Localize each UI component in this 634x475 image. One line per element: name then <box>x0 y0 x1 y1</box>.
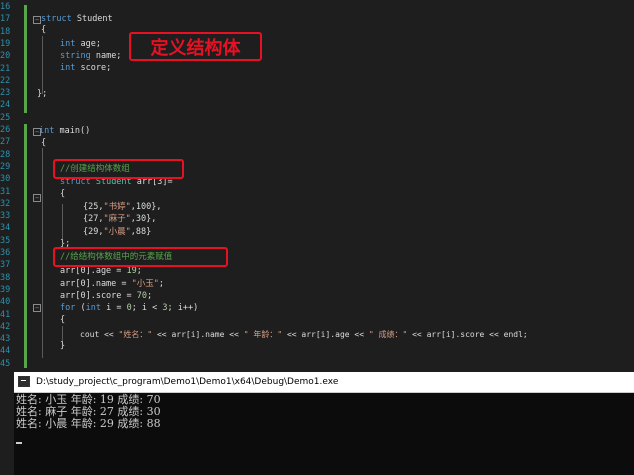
line-number: 29 <box>0 161 11 172</box>
line-number: 37 <box>0 260 11 271</box>
code-line-31: { <box>60 189 66 199</box>
line-number: 27 <box>0 137 11 148</box>
line-number: 38 <box>0 272 11 283</box>
indent-guide <box>62 204 63 240</box>
console-line: 姓名: 小晨 年龄: 29 成绩: 88 <box>16 417 161 430</box>
line-number: 25 <box>0 112 11 123</box>
change-indicator <box>24 5 27 113</box>
line-number: 16 <box>0 2 11 12</box>
code-line-20: string name; <box>60 51 122 61</box>
change-indicator <box>24 124 27 368</box>
code-line-37: arr[0].age = 19; <box>60 266 142 276</box>
code-line-40: for (int i = 0; i < 3; i++) <box>60 303 199 313</box>
line-number: 36 <box>0 248 11 258</box>
line-number: 22 <box>0 75 11 86</box>
code-line-41: { <box>60 315 66 325</box>
line-number: 45 <box>0 358 11 368</box>
code-line-19: int age; <box>60 39 101 49</box>
line-number: 28 <box>0 149 11 160</box>
line-number-gutter: 16 17 18 19 20 21 22 23 24 25 26 27 28 29 30 31 32 33 34 35… <box>0 0 14 368</box>
highlight-box-comment <box>53 159 184 179</box>
line-number: 24 <box>0 100 11 111</box>
highlight-box-comment <box>53 247 228 267</box>
line-number: 34 <box>0 223 11 234</box>
console-window-title: D:\study_project\c_program\Demo1\Demo1\x… <box>36 377 339 387</box>
fold-collapse-icon[interactable]: − <box>33 304 41 312</box>
code-line-23: }; <box>37 89 48 99</box>
code-line-18: { <box>41 25 47 35</box>
line-number: 26 <box>0 125 11 135</box>
console-cursor <box>16 442 22 444</box>
line-number: 43 <box>0 334 11 345</box>
console-app-icon <box>18 376 30 387</box>
line-number: 20 <box>0 51 11 62</box>
code-line-21: int score; <box>60 63 112 73</box>
code-line-38: arr[0].name = "小玉"; <box>60 279 165 289</box>
line-number: 44 <box>0 346 11 357</box>
fold-collapse-icon[interactable]: − <box>33 194 41 202</box>
annotation-define-struct: 定义结构体 <box>129 32 262 61</box>
code-line-26: int main() <box>39 126 91 136</box>
line-number: 40 <box>0 297 11 308</box>
indent-guide <box>42 148 43 358</box>
indent-guide <box>42 36 43 94</box>
line-number: 19 <box>0 38 11 49</box>
console-window-titlebar[interactable]: D:\study_project\c_program\Demo1\Demo1\x… <box>14 372 634 393</box>
line-number: 23 <box>0 88 11 99</box>
code-line-32: {25,"书婷",100}, <box>83 202 162 212</box>
line-number: 31 <box>0 186 11 197</box>
code-line-33: {27,"麻子",30}, <box>83 214 157 224</box>
code-line-27: { <box>41 138 47 148</box>
code-line-17: struct Student <box>41 14 113 24</box>
line-number: 33 <box>0 211 11 222</box>
code-editor[interactable]: 16 17 18 19 20 21 22 23 24 25 26 27 28 29 30 31 32 33 34 35… <box>0 0 634 368</box>
code-line-34: {29,"小晨",88} <box>83 227 152 237</box>
line-number: 39 <box>0 284 11 295</box>
line-number: 21 <box>0 63 11 74</box>
line-number: 32 <box>0 198 11 209</box>
code-line-42: cout << "姓名：" << arr[i].name << " 年龄：" <… <box>80 330 528 339</box>
line-number: 17 <box>0 14 11 25</box>
fold-collapse-icon[interactable]: − <box>33 16 41 24</box>
code-line-43: } <box>60 341 66 351</box>
line-number: 35 <box>0 235 11 246</box>
line-number: 18 <box>0 26 11 37</box>
console-output[interactable]: 姓名: 小玉 年龄: 19 成绩: 70 姓名: 麻子 年龄: 27 成绩: 3… <box>14 393 634 475</box>
code-line-39: arr[0].score = 70; <box>60 291 153 301</box>
line-number: 41 <box>0 309 11 320</box>
line-number: 30 <box>0 174 11 185</box>
line-number: 42 <box>0 321 11 332</box>
